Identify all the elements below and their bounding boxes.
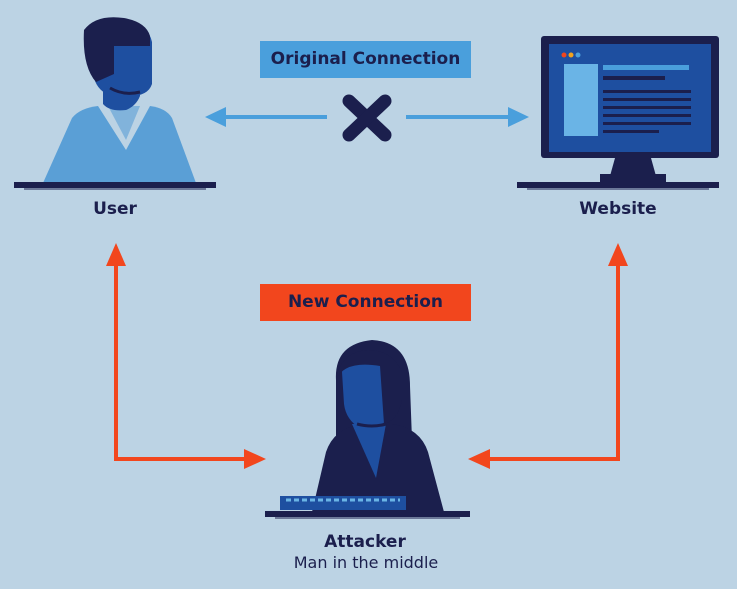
website-label: Website: [579, 199, 657, 219]
arrow-right-attacker-head: [244, 449, 266, 469]
arrow-up-website-head: [608, 243, 628, 266]
website-monitor-icon: [517, 36, 719, 190]
blocked-x-icon: [342, 94, 392, 142]
attacker-label: Attacker: [324, 532, 406, 552]
attacker-subtitle: Man in the middle: [293, 553, 439, 572]
original-connection-tag: Original Connection: [260, 41, 471, 78]
user-label: User: [93, 199, 137, 219]
attacker-figure-icon: [265, 340, 470, 519]
arrow-up-user-head: [106, 243, 126, 266]
arrow-to-user-head: [205, 107, 226, 127]
arrow-left-attacker-head: [468, 449, 490, 469]
arrow-to-website-head: [508, 107, 529, 127]
new-connection-tag: New Connection: [260, 284, 471, 321]
user-to-attacker-line: [114, 262, 250, 461]
user-figure-icon: [14, 17, 216, 190]
website-to-attacker-line: [484, 262, 620, 461]
